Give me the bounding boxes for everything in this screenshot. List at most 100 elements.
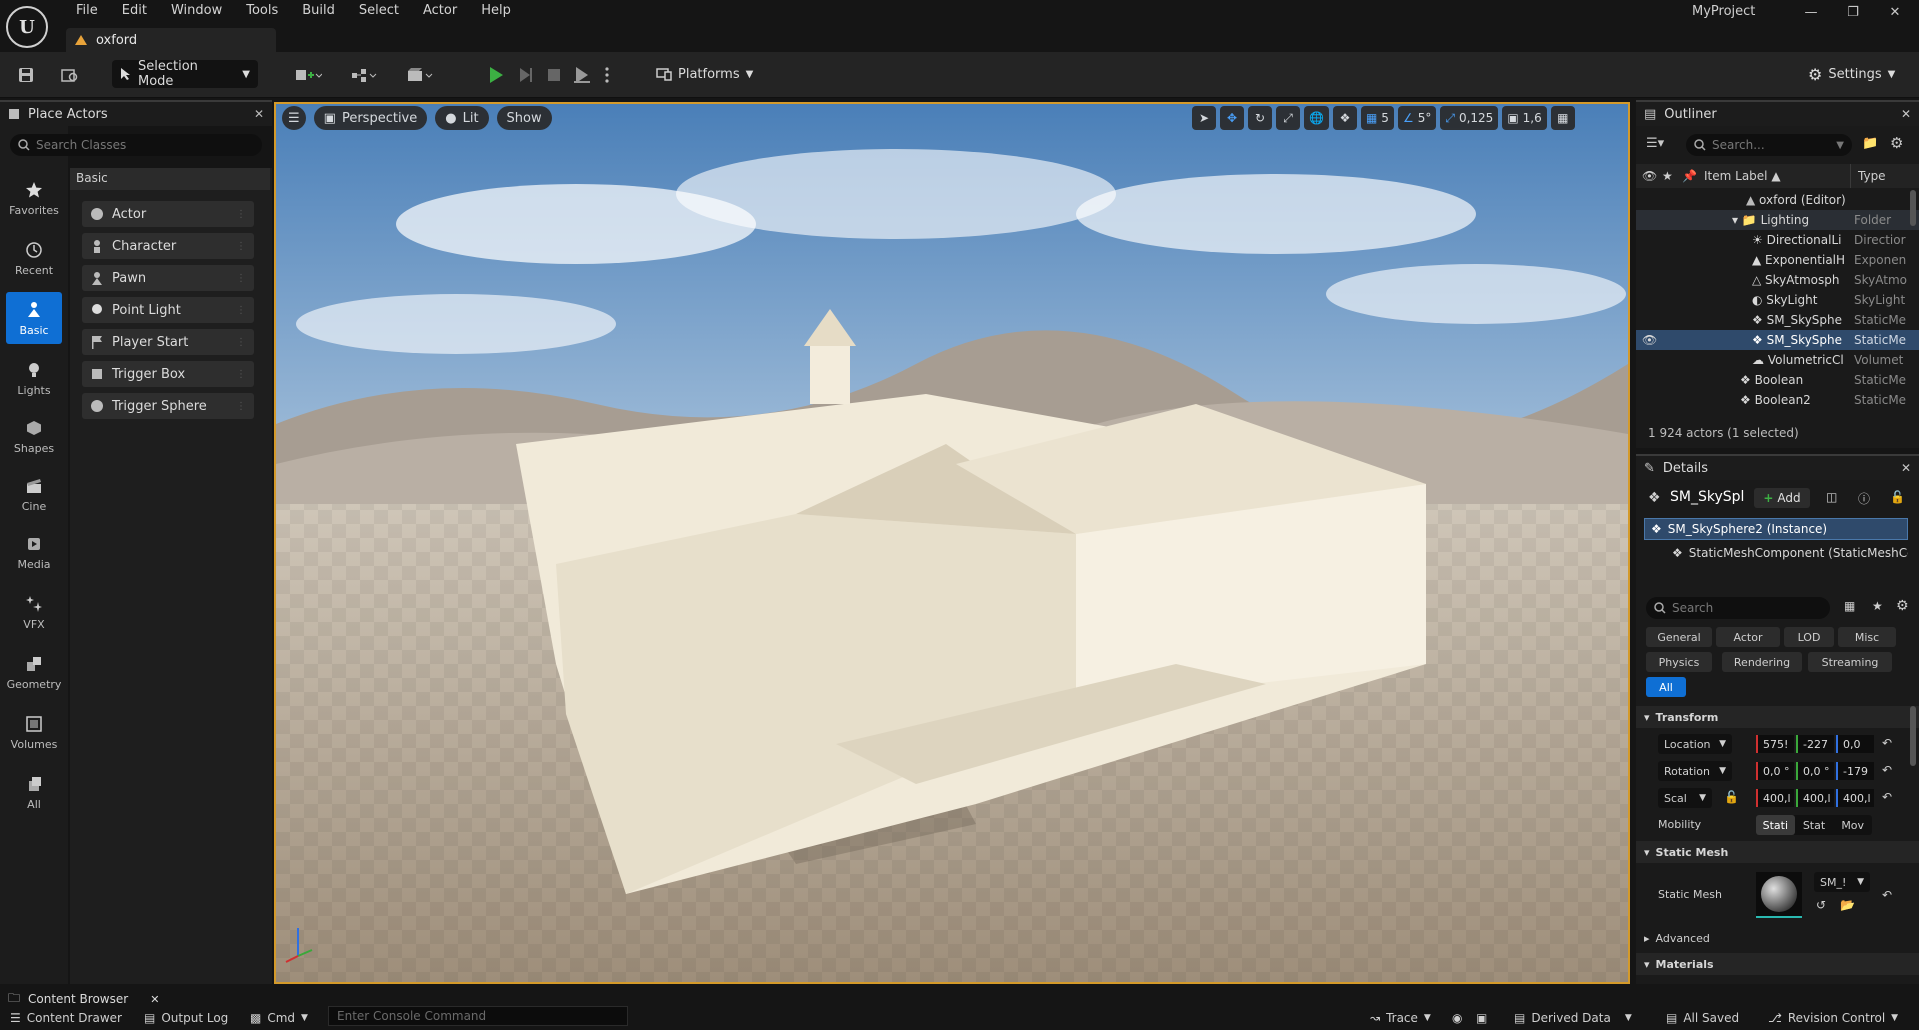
scale-dropdown[interactable]: Scal ▼ <box>1658 788 1712 808</box>
details-scrollbar[interactable] <box>1910 706 1916 766</box>
filter-lod[interactable]: LOD <box>1784 627 1834 647</box>
actor-item-trigger-box[interactable]: Trigger Box ⋮ <box>82 361 254 387</box>
outliner-row[interactable]: ▲ ExponentialH Exponen <box>1636 250 1919 270</box>
restore-icon[interactable]: ❐ <box>1832 0 1874 24</box>
outliner-row-selected[interactable]: 👁 ❖ SM_SkySphe StaticMe <box>1636 330 1919 350</box>
menu-window[interactable]: Window <box>159 0 234 24</box>
content-browser-tab[interactable]: 🗀 Content Browser ✕ <box>0 990 167 1008</box>
drag-handle-icon[interactable]: ⋮ <box>236 209 246 220</box>
menu-tools[interactable]: Tools <box>234 0 290 24</box>
console-input[interactable]: Enter Console Command <box>328 1006 628 1026</box>
gear-icon[interactable]: ⚙ <box>1890 134 1903 152</box>
category-volumes[interactable]: Volumes <box>6 706 62 758</box>
actor-item-actor[interactable]: Actor ⋮ <box>82 201 254 227</box>
output-log-button[interactable]: ▤ Output Log <box>144 1008 228 1028</box>
location-dropdown[interactable]: Location ▼ <box>1658 734 1732 754</box>
visibility-eye-icon[interactable]: 👁 <box>1642 333 1657 347</box>
details-search-input[interactable]: Search <box>1646 597 1830 619</box>
settings-dropdown[interactable]: ⚙ Settings ▼ <box>1808 60 1895 88</box>
outliner-row[interactable]: ▲ oxford (Editor) <box>1636 190 1919 210</box>
outliner-row[interactable]: ❖ Boolean StaticMe <box>1636 370 1919 390</box>
category-lights[interactable]: Lights <box>6 352 62 404</box>
location-x[interactable]: 575! <box>1756 735 1794 753</box>
screenshot-icon[interactable]: ▣ <box>1476 1008 1487 1028</box>
browse-asset-icon[interactable]: 📂 <box>1840 898 1855 912</box>
outliner-row[interactable]: ❖ Boolean2 StaticMe <box>1636 390 1919 410</box>
section-materials[interactable]: ▾ Materials <box>1636 953 1919 975</box>
star-icon[interactable]: ★ <box>1872 599 1883 613</box>
menu-select[interactable]: Select <box>347 0 411 24</box>
type-header[interactable]: Type <box>1858 169 1886 183</box>
outliner-row[interactable]: ☁ VolumetricCl Volumet <box>1636 350 1919 370</box>
help-icon[interactable]: ⓘ <box>1858 490 1870 507</box>
translate-tool-icon[interactable]: ✥ <box>1220 106 1244 130</box>
perspective-button[interactable]: ▣ Perspective <box>313 106 428 130</box>
category-media[interactable]: Media <box>6 526 62 578</box>
drag-handle-icon[interactable]: ⋮ <box>236 401 246 412</box>
section-transform[interactable]: ▾ Transform <box>1636 706 1919 728</box>
category-recent[interactable]: Recent <box>6 232 62 284</box>
section-static-mesh[interactable]: ▾ Static Mesh <box>1636 841 1919 863</box>
filter-streaming[interactable]: Streaming <box>1808 652 1892 672</box>
unreal-logo-icon[interactable]: U <box>6 6 48 48</box>
drag-handle-icon[interactable]: ⋮ <box>236 273 246 284</box>
component-child[interactable]: ❖ StaticMeshComponent (StaticMeshCo <box>1672 543 1908 563</box>
filter-rendering[interactable]: Rendering <box>1722 652 1802 672</box>
actor-item-pawn[interactable]: Pawn ⋮ <box>82 265 254 291</box>
expand-arrow-icon[interactable]: ▾ <box>1732 213 1742 227</box>
category-shapes[interactable]: Shapes <box>6 410 62 462</box>
minimize-icon[interactable]: — <box>1790 0 1832 24</box>
table-view-icon[interactable]: ▦ <box>1844 599 1855 613</box>
filter-general[interactable]: General <box>1646 627 1712 647</box>
component-root[interactable]: ❖ SM_SkySphere2 (Instance) <box>1644 518 1908 540</box>
section-advanced[interactable]: ▸ Advanced <box>1636 927 1919 949</box>
select-tool-icon[interactable]: ➤ <box>1192 106 1216 130</box>
cinematics-icon[interactable] <box>400 60 440 90</box>
grid-snap-button[interactable]: ▦ 5 <box>1360 106 1394 130</box>
angle-snap-button[interactable]: ∠ 5° <box>1397 106 1437 130</box>
category-basic[interactable]: Basic <box>6 292 62 344</box>
actor-name[interactable]: SM_SkySpl <box>1670 489 1750 505</box>
reset-icon[interactable]: ↶ <box>1882 790 1892 804</box>
filter-physics[interactable]: Physics <box>1646 652 1712 672</box>
reset-icon[interactable]: ↶ <box>1882 888 1892 902</box>
static-mesh-dropdown[interactable]: SM_! ▼ <box>1814 872 1870 892</box>
level-viewport[interactable] <box>274 102 1630 984</box>
step-forward-icon[interactable] <box>514 60 538 90</box>
scale-lock-icon[interactable]: 🔓 <box>1724 790 1739 804</box>
menu-build[interactable]: Build <box>290 0 347 24</box>
camera-speed-button[interactable]: ▣ 1,6 <box>1502 106 1547 130</box>
outliner-row[interactable]: ☀ DirectionalLi Directior <box>1636 230 1919 250</box>
outliner-row[interactable]: ◐ SkyLight SkyLight <box>1636 290 1919 310</box>
actor-item-point-light[interactable]: Point Light ⋮ <box>82 297 254 323</box>
viewport-menu-icon[interactable]: ☰ <box>282 106 306 130</box>
search-classes-input[interactable]: Search Classes <box>10 134 262 156</box>
rotation-dropdown[interactable]: Rotation ▼ <box>1658 761 1732 781</box>
trace-dropdown[interactable]: ↝ Trace ▼ <box>1370 1008 1431 1028</box>
drag-handle-icon[interactable]: ⋮ <box>236 337 246 348</box>
outliner-search-input[interactable]: Search... ▼ <box>1686 134 1852 156</box>
revision-control-dropdown[interactable]: ⎇ Revision Control ▼ <box>1768 1008 1898 1028</box>
add-component-button[interactable]: + Add <box>1754 488 1810 508</box>
actor-item-trigger-sphere[interactable]: Trigger Sphere ⋮ <box>82 393 254 419</box>
more-options-icon[interactable] <box>600 60 614 90</box>
menu-edit[interactable]: Edit <box>110 0 159 24</box>
gear-icon[interactable]: ⚙ <box>1896 598 1909 614</box>
surface-snap-icon[interactable]: ❖ <box>1332 106 1357 130</box>
outliner-scrollbar[interactable] <box>1910 190 1916 226</box>
lit-button[interactable]: ● Lit <box>435 106 489 130</box>
item-label-header[interactable]: Item Label ▲ <box>1704 169 1781 183</box>
actor-item-player-start[interactable]: Player Start ⋮ <box>82 329 254 355</box>
add-actor-icon[interactable] <box>288 60 328 90</box>
details-tab[interactable]: ✎ Details ✕ <box>1636 454 1919 480</box>
mobility-static[interactable]: Stati <box>1756 815 1795 835</box>
location-z[interactable]: 0,0 <box>1836 735 1874 753</box>
place-actors-tab[interactable]: Place Actors ✕ <box>0 100 272 126</box>
category-cine[interactable]: Cine <box>6 468 62 520</box>
outliner-row[interactable]: △ SkyAtmosph SkyAtmo <box>1636 270 1919 290</box>
reset-icon[interactable]: ↶ <box>1882 736 1892 750</box>
lock-icon[interactable]: 🔓 <box>1890 490 1905 504</box>
launch-icon[interactable] <box>570 60 594 90</box>
scale-snap-button[interactable]: ⤢ 0,125 <box>1440 106 1499 130</box>
close-tab-icon[interactable]: ✕ <box>150 993 159 1006</box>
